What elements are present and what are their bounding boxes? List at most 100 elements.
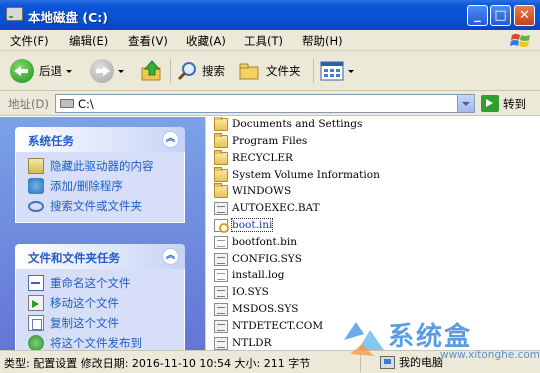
- folder-icon: [214, 117, 228, 131]
- system-file-icon: [214, 319, 228, 333]
- up-folder-button[interactable]: [140, 57, 164, 85]
- list-item[interactable]: CONFIG.SYS: [214, 251, 302, 267]
- system-file-icon: [214, 201, 228, 215]
- system-file-icon: [214, 285, 228, 299]
- list-item[interactable]: NTLDR: [214, 335, 272, 350]
- folder-icon: [214, 182, 228, 198]
- close-button[interactable]: ✕: [514, 5, 535, 26]
- list-item[interactable]: System Volume Information: [214, 166, 380, 183]
- task-hide-drive-contents[interactable]: 隐藏此驱动器的内容: [16, 156, 184, 176]
- task-move-file[interactable]: 移动这个文件: [16, 293, 184, 313]
- menu-file[interactable]: 文件(F): [10, 33, 49, 49]
- task-label: 将这个文件发布到: [50, 336, 142, 350]
- go-label: 转到: [503, 96, 526, 111]
- system-tasks-title: 系统任务: [28, 134, 74, 148]
- address-input[interactable]: C:\: [55, 94, 475, 113]
- views-button[interactable]: [320, 57, 354, 85]
- file-name: System Volume Information: [232, 169, 380, 181]
- status-text: 类型: 配置设置 修改日期: 2016-11-10 10:54 大小: 211 …: [4, 357, 311, 370]
- back-button[interactable]: 后退: [10, 57, 72, 85]
- search-icon: [28, 200, 44, 212]
- collapse-icon[interactable]: ︽: [162, 248, 179, 265]
- windows-logo-icon: [510, 34, 530, 47]
- list-item[interactable]: MSDOS.SYS: [214, 301, 298, 317]
- forward-button[interactable]: [90, 57, 124, 85]
- list-item[interactable]: NTDETECT.COM: [214, 318, 323, 334]
- computer-icon: [380, 355, 395, 369]
- minimize-button[interactable]: _: [467, 5, 488, 26]
- search-button[interactable]: 搜索: [176, 57, 225, 85]
- hide-contents-icon: [28, 158, 44, 174]
- folders-icon: [239, 63, 259, 80]
- task-add-remove-programs[interactable]: 添加/删除程序: [16, 176, 184, 196]
- system-file-icon: [214, 252, 228, 266]
- menu-favorites[interactable]: 收藏(A): [186, 33, 226, 49]
- system-tasks-header[interactable]: 系统任务 ︽: [15, 127, 185, 152]
- chevron-down-icon: [348, 69, 354, 73]
- go-arrow-icon: [481, 95, 499, 112]
- file-name: bootfont.bin: [232, 236, 297, 248]
- file-name: RECYCLER: [232, 152, 293, 164]
- task-copy-file[interactable]: 复制这个文件: [16, 313, 184, 333]
- system-file-icon: [214, 336, 228, 350]
- system-file-icon: [214, 302, 228, 316]
- menu-help[interactable]: 帮助(H): [302, 33, 343, 49]
- list-item[interactable]: Documents and Settings: [214, 117, 362, 132]
- file-folder-tasks-panel: 文件和文件夹任务 ︽ 重命名这个文件 移动这个文件 复制这个文件 将这个文件发布…: [15, 244, 185, 350]
- folder-icon: [214, 166, 228, 182]
- address-dropdown-button[interactable]: [457, 95, 474, 112]
- file-name: install.log: [232, 269, 285, 281]
- list-item[interactable]: Program Files: [214, 132, 307, 149]
- views-icon: [320, 61, 344, 81]
- title-bar[interactable]: 本地磁盘 (C:) _ □ ✕: [0, 0, 540, 30]
- go-button[interactable]: 转到: [481, 95, 526, 112]
- file-folder-tasks-body: 重命名这个文件 移动这个文件 复制这个文件 将这个文件发布到: [15, 269, 185, 350]
- collapse-icon[interactable]: ︽: [162, 131, 179, 148]
- task-search-files[interactable]: 搜索文件或文件夹: [16, 196, 184, 216]
- search-label: 搜索: [202, 64, 225, 78]
- list-item[interactable]: bootfont.bin: [214, 234, 297, 250]
- task-label: 添加/删除程序: [50, 179, 123, 193]
- file-name: NTLDR: [232, 337, 272, 349]
- list-item[interactable]: RECYCLER: [214, 149, 293, 166]
- file-list[interactable]: Documents and Settings Program Files REC…: [205, 117, 540, 350]
- status-zone: 我的电脑: [380, 354, 443, 370]
- status-divider: [360, 353, 361, 372]
- publish-icon: [28, 335, 44, 350]
- list-item[interactable]: IO.SYS: [214, 284, 269, 300]
- folder-icon: [214, 132, 228, 148]
- menu-edit[interactable]: 编辑(E): [69, 33, 108, 49]
- folders-button[interactable]: 文件夹: [238, 57, 301, 85]
- address-value: C:\: [78, 97, 94, 111]
- list-item[interactable]: install.log: [214, 267, 284, 283]
- file-folder-tasks-header[interactable]: 文件和文件夹任务 ︽: [15, 244, 185, 269]
- list-item[interactable]: WINDOWS: [214, 182, 292, 199]
- file-folder-tasks-title: 文件和文件夹任务: [28, 251, 120, 265]
- maximize-button[interactable]: □: [490, 5, 511, 26]
- menu-bar: 文件(F) 编辑(E) 查看(V) 收藏(A) 工具(T) 帮助(H): [0, 30, 540, 51]
- document-icon: [214, 268, 228, 282]
- system-tasks-panel: 系统任务 ︽ 隐藏此驱动器的内容 添加/删除程序 搜索文件或文件夹: [15, 127, 185, 223]
- list-item-selected[interactable]: boot.ini: [214, 217, 274, 233]
- window-title: 本地磁盘 (C:): [28, 10, 108, 25]
- task-publish-file[interactable]: 将这个文件发布到: [16, 333, 184, 350]
- file-name: AUTOEXEC.BAT: [232, 202, 320, 214]
- task-rename-file[interactable]: 重命名这个文件: [16, 273, 184, 293]
- file-name: NTDETECT.COM: [232, 320, 324, 332]
- menu-view[interactable]: 查看(V): [128, 33, 168, 49]
- address-label: 地址(D): [8, 97, 49, 111]
- menu-tools[interactable]: 工具(T): [244, 33, 283, 49]
- task-label: 搜索文件或文件夹: [50, 199, 142, 213]
- back-label: 后退: [39, 64, 62, 78]
- toolbar-separator: [170, 59, 171, 83]
- settings-file-icon: [214, 218, 229, 233]
- address-bar: 地址(D) C:\ 转到: [0, 91, 540, 116]
- file-name: WINDOWS: [232, 185, 292, 197]
- drive-icon: [60, 99, 74, 108]
- move-icon: [28, 295, 44, 311]
- list-item[interactable]: AUTOEXEC.BAT: [214, 200, 320, 216]
- chevron-down-icon: [66, 69, 72, 73]
- task-label: 重命名这个文件: [50, 276, 131, 290]
- back-arrow-icon: [10, 59, 34, 83]
- folder-icon: [214, 149, 228, 165]
